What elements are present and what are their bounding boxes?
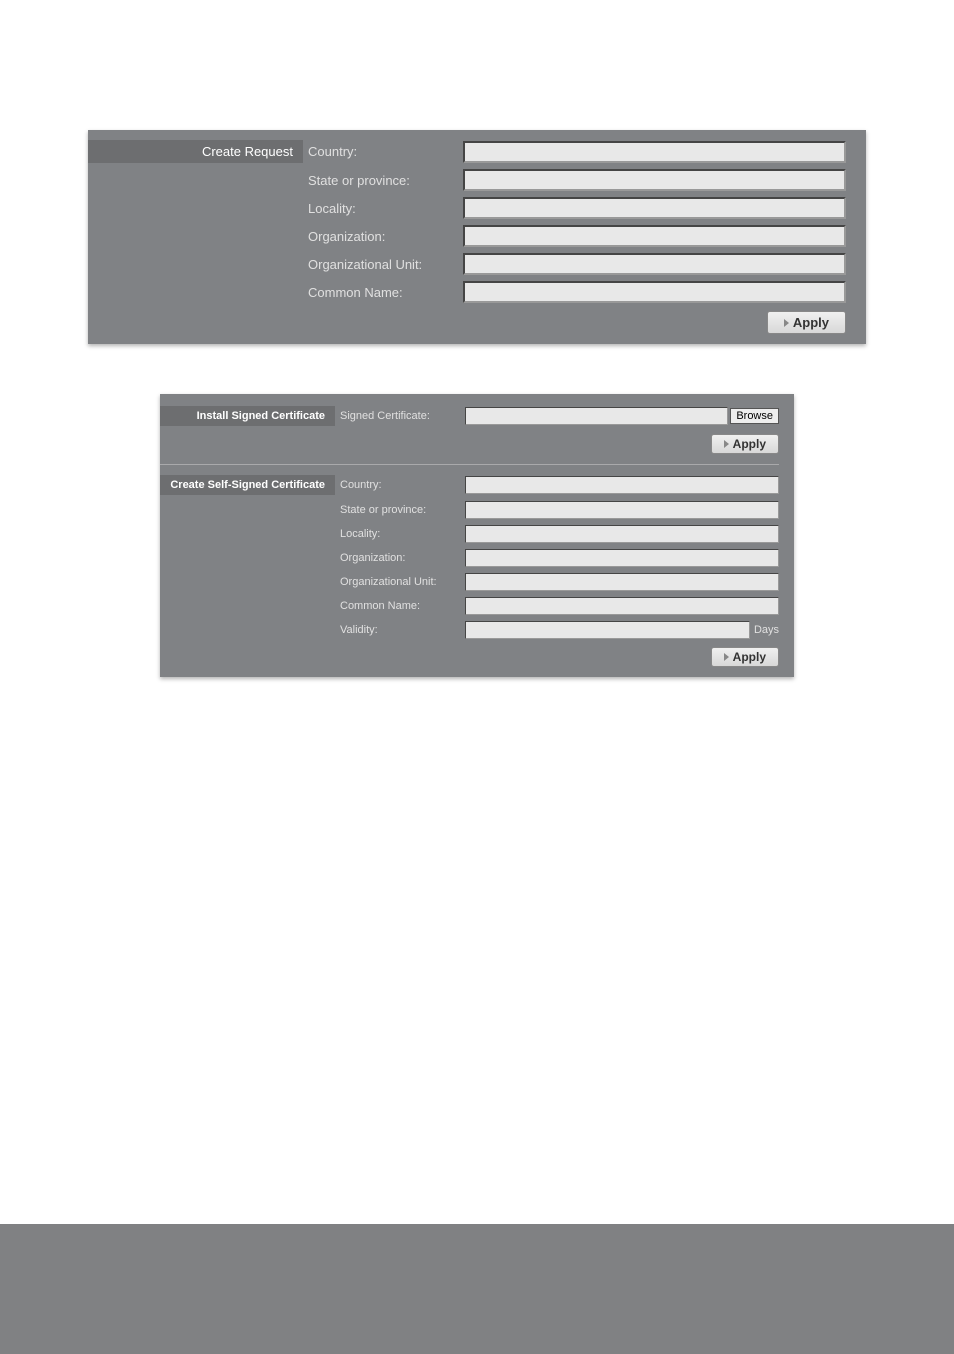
certificate-panel: Install Signed Certificate Signed Certif… <box>160 394 794 677</box>
state-label: State or province: <box>303 173 463 188</box>
ss-organization-input[interactable] <box>465 549 779 567</box>
ss-locality-label: Locality: <box>335 528 465 540</box>
self-signed-header: Create Self-Signed Certificate <box>160 475 335 495</box>
ss-state-input[interactable] <box>465 501 779 519</box>
country-input[interactable] <box>463 141 846 163</box>
browse-button[interactable]: Browse <box>730 408 779 424</box>
create-request-header: Create Request <box>88 140 303 163</box>
org-unit-label: Organizational Unit: <box>303 257 463 272</box>
footer-bar <box>0 1224 954 1354</box>
apply-button-install[interactable]: Apply <box>711 434 779 454</box>
ss-org-unit-label: Organizational Unit: <box>335 576 465 588</box>
common-name-label: Common Name: <box>303 285 463 300</box>
validity-suffix: Days <box>754 624 779 636</box>
ss-validity-input[interactable] <box>465 621 750 639</box>
ss-state-label: State or province: <box>335 504 465 516</box>
ss-common-name-input[interactable] <box>465 597 779 615</box>
country-label: Country: <box>303 144 463 159</box>
organization-input[interactable] <box>463 225 846 247</box>
state-input[interactable] <box>463 169 846 191</box>
create-request-panel: Create Request Country: State or provinc… <box>88 130 866 344</box>
ss-org-unit-input[interactable] <box>465 573 779 591</box>
apply-button-selfsigned[interactable]: Apply <box>711 647 779 667</box>
ss-locality-input[interactable] <box>465 525 779 543</box>
apply-button-create-request[interactable]: Apply <box>767 311 846 334</box>
locality-label: Locality: <box>303 201 463 216</box>
organization-label: Organization: <box>303 229 463 244</box>
divider <box>160 464 779 465</box>
ss-organization-label: Organization: <box>335 552 465 564</box>
ss-country-input[interactable] <box>465 476 779 494</box>
ss-country-label: Country: <box>335 479 465 491</box>
ss-validity-label: Validity: <box>335 624 465 636</box>
install-cert-header: Install Signed Certificate <box>160 406 335 426</box>
common-name-input[interactable] <box>463 281 846 303</box>
org-unit-input[interactable] <box>463 253 846 275</box>
ss-common-name-label: Common Name: <box>335 600 465 612</box>
signed-cert-label: Signed Certificate: <box>335 410 465 422</box>
locality-input[interactable] <box>463 197 846 219</box>
signed-cert-path-input[interactable] <box>465 407 728 425</box>
